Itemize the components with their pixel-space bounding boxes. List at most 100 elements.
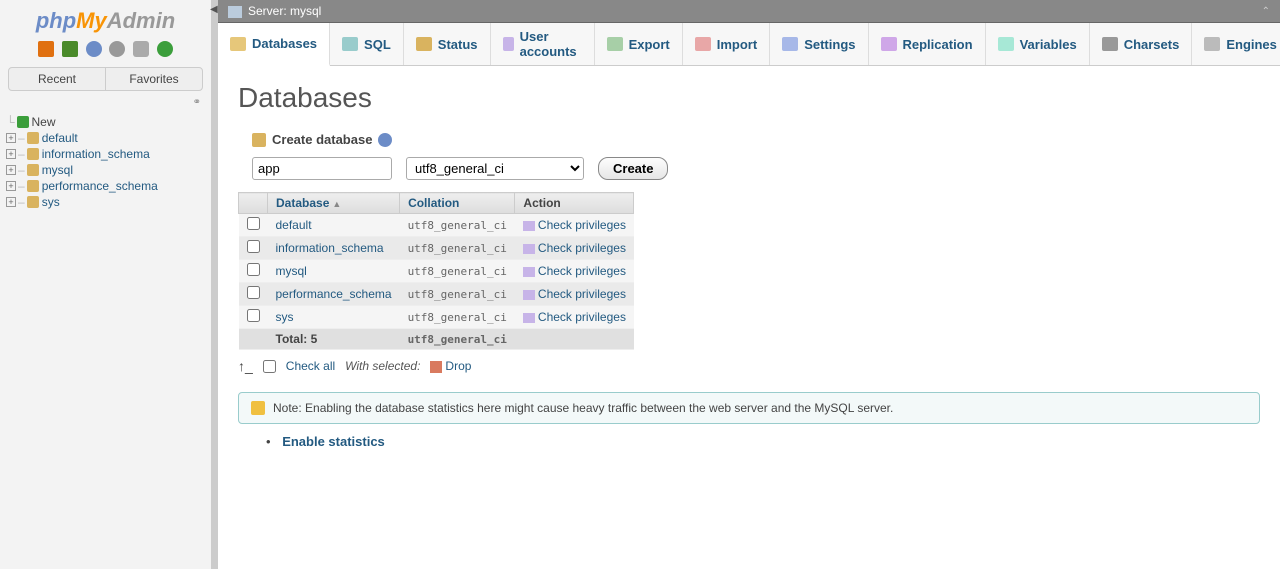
ic-users-icon [503, 37, 514, 51]
row-collation: utf8_general_ci [400, 283, 515, 306]
expand-icon[interactable]: + [6, 149, 16, 159]
check-privileges-link[interactable]: Check privileges [538, 264, 626, 278]
nav-charsets[interactable]: Charsets [1090, 23, 1193, 65]
server-icon [228, 6, 242, 18]
expand-icon[interactable]: + [6, 133, 16, 143]
db-link[interactable]: mysql [276, 264, 307, 278]
tree-item-information_schema[interactable]: +–information_schema [6, 146, 205, 162]
expand-icon[interactable]: + [6, 165, 16, 175]
check-all-checkbox[interactable] [263, 360, 276, 373]
table-row: information_schemautf8_general_ciCheck p… [239, 237, 634, 260]
check-privileges-link[interactable]: Check privileges [538, 241, 626, 255]
logout-icon[interactable] [62, 41, 78, 57]
ic-sql-icon [342, 37, 358, 51]
ic-import-icon [695, 37, 711, 51]
docs-icon[interactable] [86, 41, 102, 57]
nav-label: User accounts [520, 29, 582, 59]
link-chain-icon[interactable]: ⚭ [0, 95, 211, 110]
nav-variables[interactable]: Variables [986, 23, 1090, 65]
ic-vars-icon [998, 37, 1014, 51]
nav-status[interactable]: Status [404, 23, 491, 65]
reload-icon[interactable] [157, 41, 173, 57]
th-collation[interactable]: Collation [400, 193, 515, 214]
privileges-icon [523, 267, 535, 277]
check-privileges-link[interactable]: Check privileges [538, 287, 626, 301]
ic-charsets-icon [1102, 37, 1118, 51]
db-link[interactable]: default [276, 218, 312, 232]
table-row: sysutf8_general_ciCheck privileges [239, 306, 634, 329]
nav-label: Export [629, 37, 670, 52]
help-icon[interactable] [378, 133, 392, 147]
ic-engines-icon [1204, 37, 1220, 51]
nav-user-accounts[interactable]: User accounts [491, 23, 595, 65]
nav-label: Charsets [1124, 37, 1180, 52]
tree-item-label: information_schema [42, 147, 150, 161]
database-icon [27, 164, 39, 176]
database-icon [27, 132, 39, 144]
home-icon[interactable] [38, 41, 54, 57]
tree-item-label: default [42, 131, 78, 145]
database-icon [27, 180, 39, 192]
create-db-header: Create database [252, 132, 1260, 147]
nav-replication[interactable]: Replication [869, 23, 986, 65]
db-link[interactable]: information_schema [276, 241, 384, 255]
db-link[interactable]: performance_schema [276, 287, 392, 301]
ic-export-icon [607, 37, 623, 51]
expand-icon[interactable]: + [6, 197, 16, 207]
collapse-icon[interactable]: ⌃ [1262, 6, 1270, 17]
db-link[interactable]: sys [276, 310, 294, 324]
bulk-actions: ↑_ Check all With selected: Drop [238, 358, 1260, 374]
row-checkbox[interactable] [247, 263, 260, 276]
tab-favorites[interactable]: Favorites [106, 68, 202, 90]
row-checkbox[interactable] [247, 240, 260, 253]
drop-link[interactable]: Drop [445, 359, 471, 373]
nav-label: Status [438, 37, 478, 52]
create-db-form: utf8_general_ci Create [252, 157, 1260, 180]
tab-recent[interactable]: Recent [9, 68, 106, 90]
th-checkbox [239, 193, 268, 214]
nav-import[interactable]: Import [683, 23, 770, 65]
enable-stats-link[interactable]: Enable statistics [282, 434, 385, 449]
check-privileges-link[interactable]: Check privileges [538, 310, 626, 324]
db-table: Database▲ Collation Action defaultutf8_g… [238, 192, 634, 350]
nav-label: Settings [804, 37, 855, 52]
row-checkbox[interactable] [247, 309, 260, 322]
table-row: defaultutf8_general_ciCheck privileges [239, 214, 634, 237]
server-label[interactable]: Server: mysql [248, 4, 321, 18]
settings-icon[interactable] [109, 41, 125, 57]
nav-engines[interactable]: Engines [1192, 23, 1280, 65]
nav-export[interactable]: Export [595, 23, 683, 65]
privileges-icon [523, 313, 535, 323]
privileges-icon [523, 244, 535, 254]
row-checkbox[interactable] [247, 217, 260, 230]
page-title: Databases [238, 82, 1260, 114]
nav-sql[interactable]: SQL [330, 23, 404, 65]
nav-settings[interactable]: Settings [770, 23, 868, 65]
db-name-input[interactable] [252, 157, 392, 180]
nav-databases[interactable]: Databases [218, 23, 330, 66]
check-privileges-link[interactable]: Check privileges [538, 218, 626, 232]
row-checkbox[interactable] [247, 286, 260, 299]
check-all-link[interactable]: Check all [286, 359, 335, 373]
sidebar: phpMyAdmin Recent Favorites ⚭ └New +–def… [0, 0, 212, 569]
collation-select[interactable]: utf8_general_ci [406, 157, 584, 180]
sidebar-toolbar [0, 38, 211, 63]
tree-item-default[interactable]: +–default [6, 130, 205, 146]
tree-new[interactable]: └New [6, 114, 205, 130]
nav-label: Import [717, 37, 757, 52]
create-button[interactable]: Create [598, 157, 668, 180]
logo[interactable]: phpMyAdmin [0, 0, 211, 38]
th-action: Action [515, 193, 634, 214]
tree-new-label: New [32, 115, 56, 129]
nav-settings-icon[interactable] [133, 41, 149, 57]
tree-item-mysql[interactable]: +–mysql [6, 162, 205, 178]
logo-part3: Admin [107, 8, 175, 33]
tree-item-performance_schema[interactable]: +–performance_schema [6, 178, 205, 194]
splitter[interactable]: ◀ [212, 0, 218, 569]
tree-item-sys[interactable]: +–sys [6, 194, 205, 210]
th-database[interactable]: Database▲ [268, 193, 400, 214]
expand-icon[interactable]: + [6, 181, 16, 191]
new-db-icon [17, 116, 29, 128]
total-collation: utf8_general_ci [400, 329, 515, 350]
logo-part2: My [76, 8, 107, 33]
